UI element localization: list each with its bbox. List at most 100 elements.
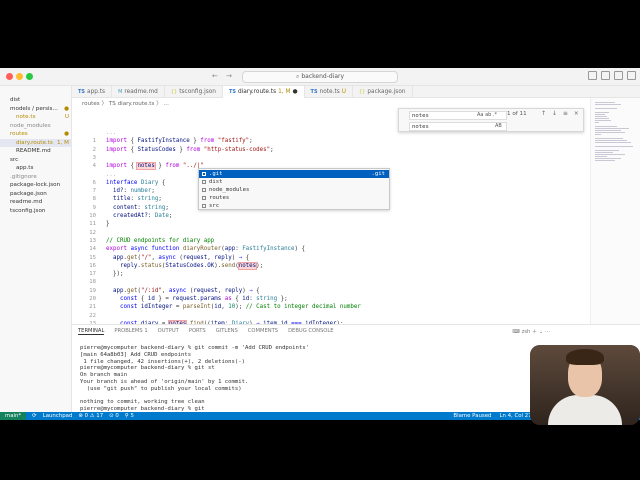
close-window-icon[interactable] [6,73,13,80]
bottom-black-margin [0,420,640,480]
code-line[interactable]: export async function diaryRouter(app: F… [106,246,305,252]
code-line[interactable]: interface Diary { [106,180,165,186]
code-line[interactable]: import { StatusCodes } from "http-status… [106,147,274,153]
panel-tab[interactable]: COMMENTS [248,328,278,335]
sidebar-item[interactable]: note.ts U [0,113,72,121]
status-left-item[interactable]: Launchpad [43,412,73,420]
sidebar-item[interactable]: models / persis... ● [0,105,72,113]
line-number: 8 [92,196,96,203]
line-number: 11 [89,221,96,228]
tab-label: diary.route.ts [237,89,277,95]
suggestion-item[interactable]: src [199,202,389,210]
panel-tab[interactable]: PROBLEMS 1 [114,328,147,335]
find-nav-buttons[interactable]: ↑ ↓ ≡ × [541,110,581,117]
suggestion-item[interactable]: node_modules [199,186,389,194]
code-line[interactable]: const idInteger = parseInt(id, 10); // C… [106,304,361,310]
tab-readme-md[interactable]: Mreadme.md [112,86,165,98]
code-line[interactable]: } [106,221,110,227]
toggle-sidebar-icon[interactable] [588,71,597,80]
sidebar-item[interactable]: diary.route.ts 1, M [0,138,72,147]
replace-options[interactable]: AB [495,123,502,129]
tab-package-json[interactable]: {} package.json [353,86,413,98]
line-number: 1 [92,138,96,145]
minimap-line [595,132,625,133]
code-line[interactable]: // CRUD endpoints for diary app [106,238,214,244]
suggestion-item[interactable]: .git .git [199,170,389,178]
history-nav[interactable]: ← → [212,72,235,80]
code-line[interactable]: const { id } = request.params as { id: s… [106,296,288,302]
command-center-search[interactable]: ⌕ backend-diary [242,71,398,83]
find-options[interactable]: Aa ab .* [477,112,497,118]
code-line[interactable]: import { FastifyInstance } from "fastify… [106,138,253,144]
sidebar-item[interactable]: readme.md [0,198,72,206]
line-number: 19 [89,287,96,294]
panel-tab[interactable]: OUTPUT [158,328,179,335]
toggle-panel-icon[interactable] [601,71,610,80]
suggestion-label: src [209,203,220,209]
sidebar-item[interactable]: .gitignore [0,173,72,181]
minimap[interactable] [590,98,640,324]
panel-tab[interactable]: DEBUG CONSOLE [288,328,333,335]
breadcrumb[interactable]: routes 〉 TS diary.route.ts 〉 ... [82,99,169,107]
status-right-item[interactable]: Ln 4, Col 27 [499,412,531,420]
minimap-line [595,150,619,151]
sidebar-item-label: node_modules [10,122,51,129]
sidebar-item[interactable]: dist [0,96,72,104]
toggle-secondary-sidebar-icon[interactable] [614,71,623,80]
tab-label: app.ts [87,89,106,95]
folded-region[interactable]: ... [106,172,116,178]
minimap-line [595,160,615,161]
unsaved-dot-icon[interactable]: ● [292,86,297,98]
status-left-item[interactable]: ⟳ [32,412,37,420]
status-right-item[interactable]: Blame Paused [453,412,491,420]
webcam-overlay [530,345,640,425]
sidebar-item[interactable]: tsconfig.json [0,207,72,215]
folded-region[interactable]: ... [106,130,116,136]
sidebar-item[interactable]: node_modules [0,122,72,130]
tab-app-ts[interactable]: TS app.ts [72,86,113,98]
sidebar-item[interactable]: src [0,156,72,164]
code-editor[interactable]: ... 1 import { FastifyInstance } from "fas… [72,108,590,335]
sidebar-item[interactable]: app.ts [0,164,72,172]
status-left-item[interactable]: ⊙ 0 [109,412,119,420]
terminal-output[interactable]: pierre@mycomputer backend-diary % git co… [80,345,309,420]
replace-input[interactable]: notes [409,122,507,131]
code-line[interactable]: createdAt?: Date; [106,213,172,219]
tab-diary-route-ts[interactable]: TS diary.route.ts 1, M ● [222,86,305,98]
code-line[interactable]: import { notes } from "../|" [106,162,204,171]
sidebar-item-label: diary.route.ts [16,139,53,146]
code-line[interactable]: app.get("/:id", async (request, reply) ⇒… [106,288,260,294]
code-line[interactable]: content: string; [106,205,169,211]
tab-tsconfig-json[interactable]: {} tsconfig.json [165,86,223,98]
layout-controls[interactable] [588,71,636,80]
status-left-item[interactable]: ⊗ 0 ⚠ 17 [78,412,103,420]
sidebar-item[interactable]: package.json [0,190,72,198]
panel-tab[interactable]: PORTS [189,328,206,335]
zoom-window-icon[interactable] [26,73,33,80]
sidebar-item[interactable]: routes ● [0,130,72,138]
status-left-item[interactable]: main* [0,412,27,420]
line-number: 6 [92,179,96,186]
code-line[interactable]: id?: number; [106,188,155,194]
terminal-line: nothing to commit, working tree clean [80,399,205,406]
sidebar-item[interactable]: README.md [0,147,72,155]
panel-tab[interactable]: GITLENS [216,328,238,335]
customize-layout-icon[interactable] [627,71,636,80]
sidebar-item-label: README.md [16,148,51,154]
code-line[interactable]: }); [106,271,123,277]
code-line[interactable]: app.get("/", async (request, reply) ⇒ { [106,255,249,261]
terminal-shell-label[interactable]: ⌨ zsh ＋ ⌄ ⋯ [512,328,550,335]
status-left-item[interactable]: ⚲ 5 [125,412,134,420]
sidebar-item[interactable]: package-lock.json [0,181,72,189]
minimize-window-icon[interactable] [16,73,23,80]
panel-tab[interactable]: TERMINAL [78,328,105,335]
line-number: 14 [89,246,96,253]
code-line[interactable]: reply.status(StatusCodes.OK).send(notes)… [106,261,263,270]
minimap-line [595,140,627,141]
window-controls[interactable] [6,73,33,80]
suggestion-item[interactable]: dist [199,178,389,186]
suggestion-item[interactable]: routes [199,194,389,202]
code-line[interactable]: title: string; [106,196,162,202]
tab-note-ts[interactable]: TS note.ts U [305,86,353,98]
